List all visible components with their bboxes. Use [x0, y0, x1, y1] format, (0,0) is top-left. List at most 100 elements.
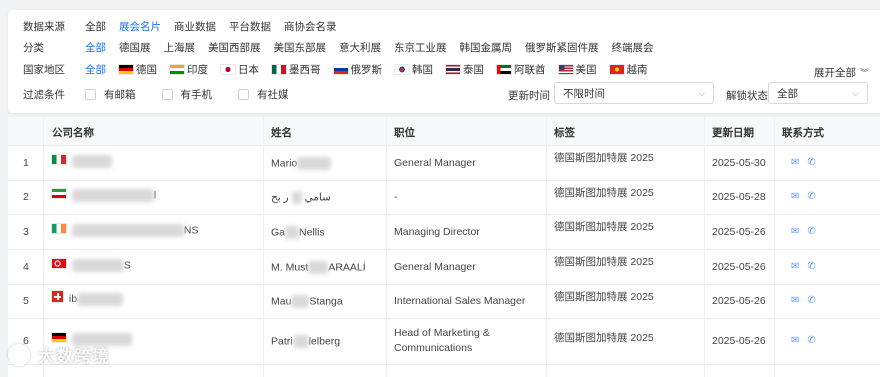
thailand-flag-icon — [446, 64, 460, 74]
filter-label: 数据来源 — [23, 20, 65, 33]
email-icon[interactable]: ✉ — [791, 157, 799, 168]
switzerland-flag-icon — [52, 291, 63, 302]
redacted-company — [71, 189, 154, 202]
tag-cell: 德国斯图加特展 2025 — [554, 187, 654, 199]
name-cell: Patri lelberg — [271, 335, 341, 348]
table-row[interactable]: 1 Mario General Manager 德国斯图加特展 2025 202… — [8, 145, 880, 181]
email-icon[interactable]: ✉ — [791, 335, 799, 346]
source-option-all[interactable]: 全部 — [85, 19, 106, 34]
company-cell — [52, 155, 112, 168]
category-option[interactable]: 全部 — [85, 40, 106, 55]
region-option-germany[interactable]: 德国 — [119, 62, 157, 77]
source-option-business[interactable]: 商业数据 — [174, 19, 216, 34]
email-icon[interactable]: ✉ — [791, 191, 799, 202]
company-cell: NS — [52, 224, 199, 237]
region-option-mexico[interactable]: 墨西哥 — [272, 62, 321, 77]
table-row[interactable]: 6 Patri lelberg Head of Marketing & Commu… — [8, 318, 880, 365]
region-option-usa[interactable]: 美国 — [558, 62, 597, 77]
phone-icon[interactable]: ✆ — [807, 226, 815, 237]
row-index: 3 — [23, 226, 29, 238]
email-icon[interactable]: ✉ — [791, 261, 799, 272]
table-row[interactable]: 4 S M. Must ARAALİ General Manager 德国斯图加特… — [8, 249, 880, 285]
phone-icon[interactable]: ✆ — [807, 261, 815, 272]
category-option[interactable]: 美国东部展 — [274, 40, 327, 55]
germany-flag-icon — [52, 333, 66, 343]
region-option-vietnam[interactable]: 越南 — [609, 62, 648, 77]
phone-icon[interactable]: ✆ — [807, 191, 815, 202]
has-email-checkbox[interactable]: 有邮箱 — [85, 87, 136, 102]
redacted-company — [77, 292, 124, 306]
region-option-thailand[interactable]: 泰国 — [446, 62, 484, 77]
contact-icons: ✉ ✆ — [791, 295, 816, 306]
checkbox-box — [238, 88, 249, 100]
has-social-checkbox[interactable]: 有社媒 — [238, 87, 289, 102]
category-option[interactable]: 德国展 — [119, 40, 151, 55]
filter-row-region: 国家地区 全部 德国 印度 日本 墨西哥 俄罗斯 韩国 泰国 阿联酋 美国 越南 — [23, 60, 661, 78]
name-cell: Ga Nellis — [271, 226, 325, 239]
category-option[interactable]: 意大利展 — [339, 40, 381, 55]
source-option-platform[interactable]: 平台数据 — [229, 19, 271, 34]
filter-label: 国家地区 — [23, 63, 65, 76]
contact-icons: ✉ ✆ — [791, 261, 816, 272]
row-index: 4 — [23, 261, 29, 273]
region-option-all[interactable]: 全部 — [85, 62, 106, 77]
region-option-japan[interactable]: 日本 — [221, 62, 259, 77]
date-cell: 2025-05-30 — [712, 157, 766, 169]
column-divider — [774, 117, 775, 377]
phone-icon[interactable]: ✆ — [807, 157, 815, 168]
contact-icons: ✉ ✆ — [791, 335, 816, 346]
region-option-india[interactable]: 印度 — [170, 62, 208, 77]
japan-flag-icon — [221, 64, 235, 74]
region-option-uae[interactable]: 阿联酋 — [497, 62, 546, 77]
column-position: 职位 — [394, 127, 415, 139]
category-option[interactable]: 上海展 — [164, 40, 196, 55]
phone-icon[interactable]: ✆ — [807, 295, 815, 306]
redacted-name — [285, 226, 300, 239]
category-option[interactable]: 俄罗斯紧固件展 — [525, 40, 599, 55]
name-cell: M. Must ARAALİ — [271, 261, 366, 274]
column-divider — [704, 117, 705, 377]
india-flag-icon — [170, 64, 184, 74]
name-cell: سامي ر بح — [271, 191, 331, 204]
korea-flag-icon — [395, 64, 409, 74]
uae-flag-icon — [497, 64, 511, 74]
tag-cell: 德国斯图加特展 2025 — [554, 152, 654, 164]
contacts-table: 公司名称 姓名 职位 标签 更新日期 联系方式 1 Mario General … — [8, 117, 880, 377]
redacted-name — [297, 157, 332, 170]
row-index: 2 — [23, 191, 29, 203]
table-row[interactable]: 3 NS Ga Nellis Managing Director 德国斯图加特展 … — [8, 214, 880, 250]
table-row[interactable]: 5 ib Mau Stanga International Sales Manag… — [8, 284, 880, 319]
region-option-russia[interactable]: 俄罗斯 — [333, 62, 382, 77]
company-cell: l — [52, 189, 156, 202]
has-phone-checkbox[interactable]: 有手机 — [161, 87, 212, 102]
expand-all-button[interactable]: 展开全部 ︾ — [814, 65, 869, 80]
contact-icons: ✉ ✆ — [791, 191, 816, 202]
logo-icon — [8, 343, 30, 366]
mexico-flag-icon — [272, 64, 286, 74]
redacted-company — [71, 224, 184, 237]
filter-label: 分类 — [23, 41, 44, 54]
redacted-company — [71, 259, 124, 272]
update-time-select[interactable]: 不限时间 ⌵ — [554, 82, 714, 104]
category-option[interactable]: 韩国金属周 — [460, 40, 513, 55]
category-option[interactable]: 终端展会 — [612, 40, 654, 55]
source-option-cards[interactable]: 展会名片 — [119, 19, 161, 34]
source-option-associations[interactable]: 商协会名录 — [284, 19, 337, 34]
phone-icon[interactable]: ✆ — [807, 335, 815, 346]
category-option[interactable]: 东京工业展 — [394, 40, 447, 55]
date-cell: 2025-05-26 — [712, 295, 766, 307]
position-cell: - — [394, 191, 398, 203]
region-option-korea[interactable]: 韩国 — [395, 62, 433, 77]
email-icon[interactable]: ✉ — [791, 226, 799, 237]
ireland-flag-icon — [52, 224, 66, 234]
column-divider — [546, 117, 547, 377]
redacted-company — [71, 155, 112, 168]
position-cell: General Manager — [394, 261, 476, 273]
redacted-name — [291, 295, 310, 308]
position-cell: General Manager — [394, 157, 476, 169]
unlock-status-select[interactable]: 全部 ⌵ — [768, 82, 868, 104]
email-icon[interactable]: ✉ — [791, 295, 799, 306]
date-cell: 2025-05-26 — [712, 226, 766, 238]
table-row[interactable]: 2 l سامي ر بح - 德国斯图加特展 2025 2025-05-28 … — [8, 180, 880, 215]
category-option[interactable]: 美国西部展 — [208, 40, 261, 55]
